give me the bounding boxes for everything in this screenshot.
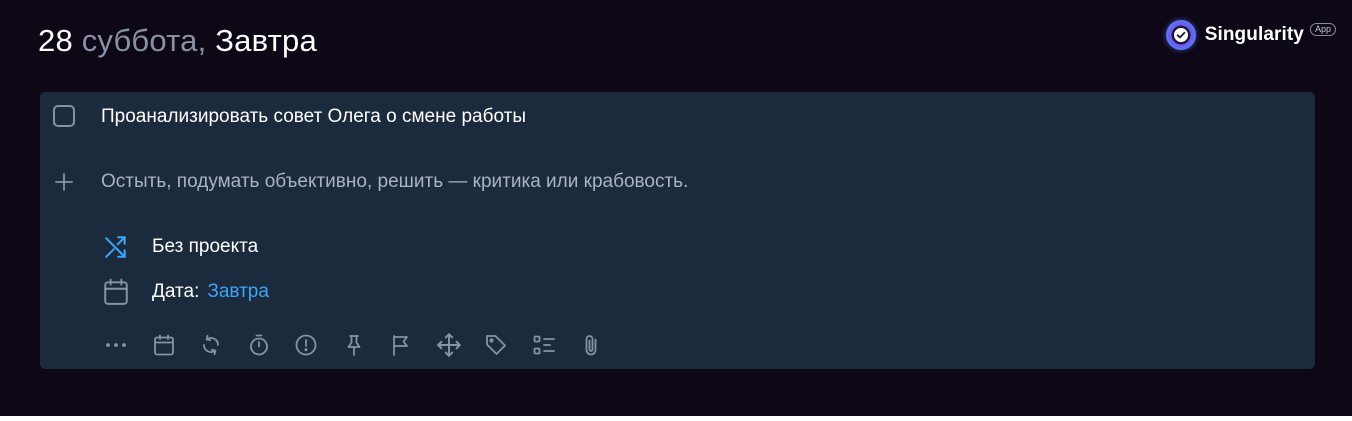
brand-badge: App (1309, 22, 1336, 36)
repeat-icon[interactable] (197, 331, 225, 359)
brand-name: Singularity (1204, 24, 1304, 45)
attachment-icon[interactable] (577, 331, 605, 359)
day-number: 28 (38, 23, 73, 58)
flag-icon[interactable] (387, 331, 415, 359)
date-row[interactable]: Дата: Завтра (102, 277, 269, 307)
tag-icon[interactable] (482, 331, 510, 359)
calendar-icon[interactable] (150, 331, 178, 359)
day-header: 28 суббота, Завтра (38, 18, 317, 64)
task-checkbox[interactable] (53, 105, 75, 127)
task-title[interactable]: Проанализировать совет Олега о смене раб… (101, 104, 526, 130)
pin-icon[interactable] (340, 331, 368, 359)
task-note[interactable]: Остыть, подумать объективно, решить — кр… (101, 169, 688, 195)
app-window: 28 суббота, Завтра Singularity App Проан… (0, 0, 1352, 416)
date-value[interactable]: Завтра (207, 281, 269, 303)
priority-icon[interactable] (292, 331, 320, 359)
shuffle-icon (102, 233, 130, 261)
checklist-icon[interactable] (530, 331, 558, 359)
more-icon[interactable] (102, 331, 130, 359)
calendar-icon (102, 278, 130, 306)
day-weekday: суббота, (72, 23, 207, 58)
date-label: Дата: (152, 281, 200, 302)
check-circle-icon (1165, 20, 1196, 50)
project-label: Без проекта (152, 236, 259, 257)
brand-logo-link[interactable]: Singularity App (1165, 18, 1336, 52)
task-toolbar (102, 330, 625, 360)
timer-icon[interactable] (245, 331, 273, 359)
task-card[interactable]: Проанализировать совет Олега о смене раб… (40, 92, 1315, 369)
day-relative-label: Завтра (206, 23, 317, 58)
add-note-icon[interactable] (54, 172, 74, 192)
move-icon[interactable] (435, 331, 463, 359)
project-row[interactable]: Без проекта (102, 232, 258, 262)
